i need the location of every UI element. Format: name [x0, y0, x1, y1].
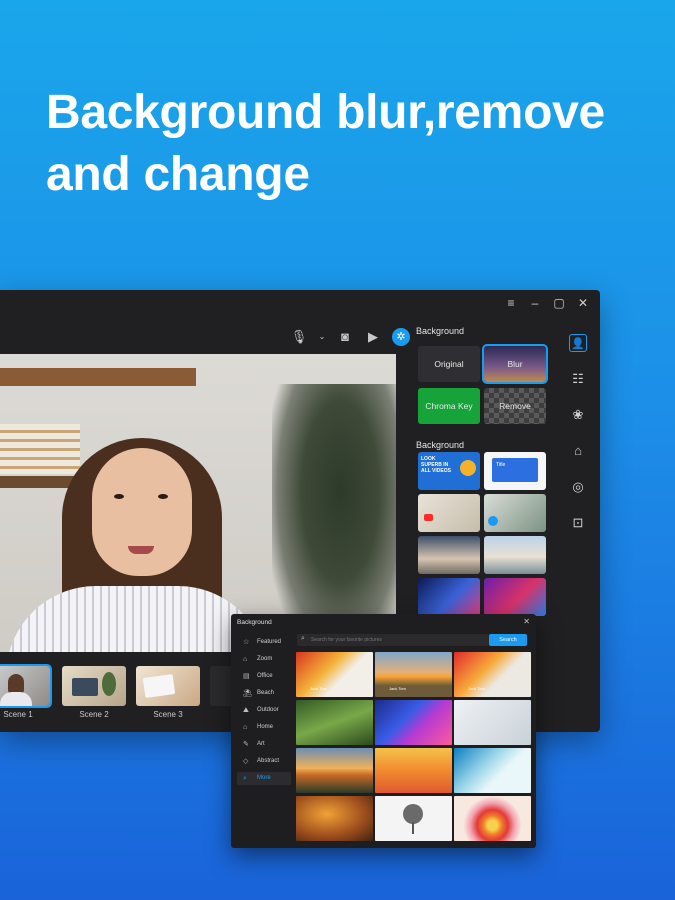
- art-icon: ✎: [243, 741, 249, 748]
- gallery-thumb[interactable]: Jack Tom: [375, 652, 452, 697]
- category-outdoor[interactable]: ⛰ Outdoor: [237, 704, 291, 717]
- camera-icon[interactable]: ◙: [336, 328, 354, 346]
- category-label: Featured: [257, 639, 282, 645]
- bg-thumb[interactable]: [484, 494, 546, 532]
- category-label: More: [257, 775, 271, 781]
- menu-icon[interactable]: ≡: [504, 296, 518, 310]
- close-icon[interactable]: ✕: [576, 296, 590, 310]
- category-more[interactable]: ⌕ More: [237, 772, 291, 785]
- books: [0, 424, 80, 474]
- plant: [272, 384, 396, 652]
- bg-thumb[interactable]: [418, 494, 480, 532]
- outdoor-icon: ⛰: [243, 707, 249, 714]
- chevron-down-icon[interactable]: ⌄: [318, 328, 326, 346]
- category-label: Home: [257, 724, 274, 730]
- category-featured[interactable]: ☆ Featured: [237, 636, 291, 649]
- search-icon: ⌕: [243, 775, 247, 782]
- scene-thumb-3[interactable]: [136, 666, 200, 706]
- video-icon[interactable]: ▶: [364, 328, 382, 346]
- gallery-thumb[interactable]: Jack Tom: [296, 652, 373, 697]
- star-icon: ☆: [243, 639, 250, 646]
- category-label: Beach: [257, 690, 275, 696]
- panel-title: Background: [416, 326, 465, 336]
- gallery-thumb[interactable]: [454, 700, 531, 745]
- minimize-icon[interactable]: –: [528, 296, 542, 310]
- microphone-icon[interactable]: 🎙: [290, 328, 308, 346]
- category-zoom[interactable]: ⌂ Zoom: [237, 653, 291, 666]
- category-label: Outdoor: [257, 707, 279, 713]
- category-art[interactable]: ✎ Art: [237, 738, 291, 751]
- category-label: Abstract: [257, 758, 280, 764]
- gallery-thumb[interactable]: [454, 796, 531, 841]
- maximize-icon[interactable]: ▢: [552, 296, 566, 310]
- scene-label-2: Scene 2: [79, 710, 109, 719]
- person-body: [6, 586, 268, 652]
- bg-thumb[interactable]: [484, 578, 546, 616]
- house-icon: ⌂: [243, 724, 248, 731]
- scene-thumb-1[interactable]: [0, 664, 52, 708]
- person-icon[interactable]: 👤: [569, 334, 587, 352]
- gallery-thumb[interactable]: [375, 796, 452, 841]
- ar-icon[interactable]: ⊡: [569, 514, 587, 532]
- person-face: [92, 448, 192, 576]
- bg-thumb[interactable]: LOOK SUPERB IN ALL VIDEOS: [418, 452, 480, 490]
- thumb-caption: Jack Tom: [389, 686, 406, 691]
- gallery-thumb[interactable]: Jack Tom: [454, 652, 531, 697]
- close-icon[interactable]: ✕: [523, 617, 530, 626]
- thumb-caption: Jack Tom: [468, 686, 485, 691]
- scene-label-1: Scene 1: [3, 710, 33, 719]
- search-icon: ⌕: [301, 635, 305, 642]
- home-icon: ⌂: [243, 656, 248, 663]
- category-label: Office: [257, 673, 273, 679]
- dialog-title: Background: [237, 619, 272, 626]
- option-original[interactable]: Original: [418, 346, 480, 382]
- bg-thumb[interactable]: [418, 578, 480, 616]
- category-abstract[interactable]: ◇ Abstract: [237, 755, 291, 768]
- gallery-thumb[interactable]: [454, 748, 531, 793]
- background-dialog: Background ✕ ⌕ Search ☆ Featured ⌂ Zoom ▤ O…: [231, 614, 536, 848]
- scenes-strip: Scene 1 Scene 2 Scene 3: [0, 664, 240, 722]
- gallery-thumb[interactable]: [296, 796, 373, 841]
- category-beach[interactable]: ⛱ Beach: [237, 687, 291, 700]
- mouth: [128, 546, 154, 554]
- scene-thumb-2[interactable]: [62, 666, 126, 706]
- sticker-icon[interactable]: ⌂: [569, 442, 587, 460]
- option-blur[interactable]: Blur: [482, 344, 548, 384]
- gallery-thumb[interactable]: [375, 748, 452, 793]
- category-home[interactable]: ⌂ Home: [237, 721, 291, 734]
- eye-right: [158, 494, 168, 499]
- gallery-thumb[interactable]: [296, 748, 373, 793]
- shelf: [0, 368, 196, 386]
- scene-label-3: Scene 3: [153, 710, 183, 719]
- window-controls: ≡ – ▢ ✕: [504, 296, 590, 310]
- gallery-thumb[interactable]: [375, 700, 452, 745]
- category-label: Zoom: [257, 656, 273, 662]
- thumb-title: Title: [496, 462, 506, 468]
- option-remove[interactable]: Remove: [484, 388, 546, 424]
- gallery-thumb[interactable]: [296, 700, 373, 745]
- abstract-icon: ◇: [243, 758, 249, 765]
- search-input[interactable]: [297, 634, 489, 646]
- category-label: Art: [257, 741, 265, 747]
- mask-icon[interactable]: ◎: [569, 478, 587, 496]
- headline: Background blur,remove and change: [46, 86, 605, 201]
- adjust-icon[interactable]: ☷: [569, 370, 587, 388]
- bg-thumb[interactable]: [418, 536, 480, 574]
- bg-thumb[interactable]: [484, 536, 546, 574]
- thumb-caption: Jack Tom: [310, 686, 327, 691]
- filter-icon[interactable]: ❀: [569, 406, 587, 424]
- video-preview: [0, 354, 396, 652]
- bg-thumb[interactable]: Title: [484, 452, 546, 490]
- option-chroma-key[interactable]: Chroma Key: [418, 388, 480, 424]
- search-button[interactable]: Search: [489, 634, 527, 646]
- beach-icon: ⛱: [243, 690, 252, 697]
- eye-left: [114, 494, 124, 499]
- section-title: Background: [416, 440, 465, 450]
- video-toolbar: 🎙 ⌄ ◙ ▶ ✲: [290, 328, 410, 346]
- category-office[interactable]: ▤ Office: [237, 670, 291, 683]
- office-icon: ▤: [243, 673, 250, 680]
- thumb-text: LOOK SUPERB IN ALL VIDEOS: [421, 456, 451, 474]
